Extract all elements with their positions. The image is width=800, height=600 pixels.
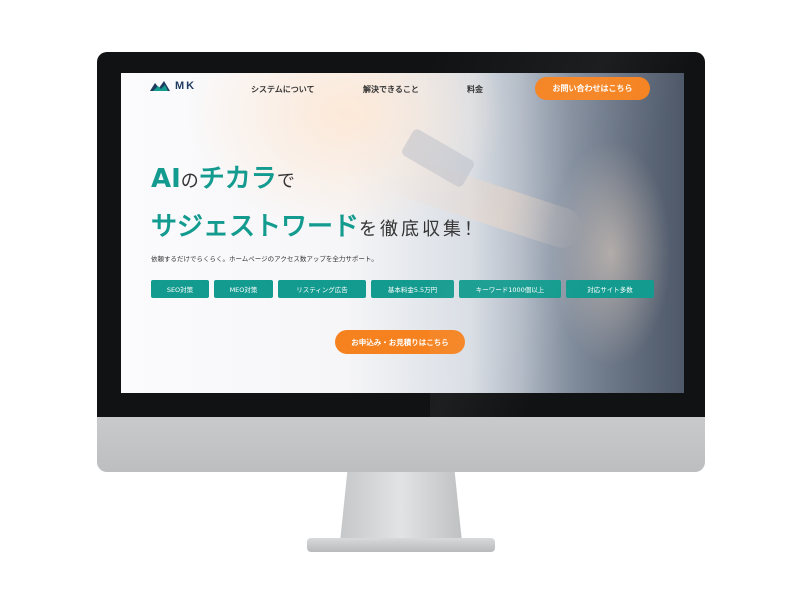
apply-quote-button[interactable]: お申込み・お見積りはこちら	[335, 330, 465, 354]
headline-chikara: チカラ	[198, 164, 277, 194]
tag-meo: MEO対策	[214, 280, 273, 298]
nav-item-solutions[interactable]: 解決できること	[363, 84, 419, 95]
monitor-stand-base	[307, 538, 495, 552]
tag-sites: 対応サイト多数	[566, 280, 654, 298]
hero-tags: SEO対策 MEO対策 リスティング広告 基本料金5.5万円 キーワード1000…	[151, 280, 654, 298]
tag-price: 基本料金5.5万円	[371, 280, 454, 298]
nav-item-system[interactable]: システムについて	[251, 84, 315, 95]
headline-de: で	[276, 171, 295, 192]
hero-headline-line2: サジェストワードを徹底収集！	[151, 206, 485, 243]
tag-seo: SEO対策	[151, 280, 209, 298]
website-screen: MK システムについて 解決できること 料金 お問い合わせはこちら AIのチカラ…	[121, 73, 684, 393]
headline-collect: を徹底収集！	[359, 219, 486, 240]
monitor-stand-neck	[340, 472, 462, 542]
hero-headline-line1: AIのチカラで	[151, 158, 295, 195]
site-logo[interactable]: MK	[149, 80, 196, 92]
logo-text: MK	[175, 80, 197, 92]
monitor-chin	[97, 417, 705, 472]
nav-item-pricing[interactable]: 料金	[467, 84, 483, 95]
headline-suggest-word: サジェストワード	[151, 212, 360, 242]
hero-subtext: 依頼するだけでらくらく。ホームページのアクセス数アップを全力サポート。	[151, 255, 378, 263]
tag-listing: リスティング広告	[278, 280, 366, 298]
logo-mark-icon	[150, 81, 170, 91]
tag-keywords: キーワード1000個以上	[459, 280, 561, 298]
headline-no: の	[180, 171, 199, 192]
headline-ai: AI	[151, 164, 181, 194]
contact-button[interactable]: お問い合わせはこちら	[535, 77, 650, 100]
